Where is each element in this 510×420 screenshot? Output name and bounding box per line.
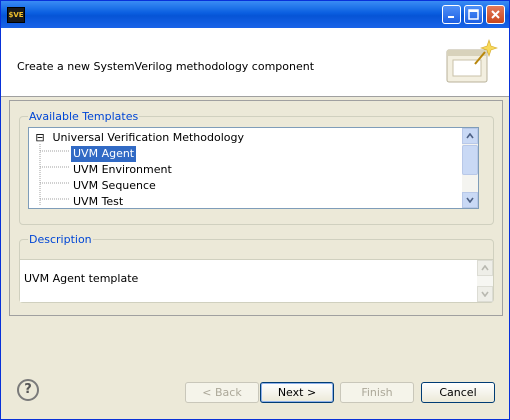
back-button[interactable]: < Back — [185, 382, 259, 403]
description-title: Description — [28, 233, 93, 246]
description-group: Description UVM Agent template — [19, 233, 494, 303]
templates-tree[interactable]: ⊟ Universal Verification Methodology UVM… — [28, 127, 479, 209]
close-button[interactable] — [486, 5, 505, 24]
cancel-button[interactable]: Cancel — [421, 382, 495, 403]
scroll-down-button[interactable] — [462, 192, 478, 208]
tree-item-uvm-sequence[interactable]: UVM Sequence — [71, 178, 158, 194]
description-scrollbar — [477, 260, 493, 302]
minimize-icon — [448, 16, 454, 18]
scroll-up-button[interactable] — [462, 128, 478, 144]
scroll-thumb[interactable] — [462, 145, 478, 175]
header-message: Create a new SystemVerilog methodology c… — [17, 60, 315, 73]
chevron-up-icon — [481, 265, 489, 271]
wizard-banner-icon — [446, 39, 498, 83]
tree-item-uvm-agent[interactable]: UVM Agent — [71, 146, 137, 162]
available-templates-group: Available Templates ⊟ Universal Verifica… — [19, 110, 494, 225]
minimize-button[interactable] — [442, 5, 461, 24]
available-templates-title: Available Templates — [28, 110, 140, 123]
tree-item-uvm-test[interactable]: UVM Test — [71, 194, 125, 208]
wizard-page: Available Templates ⊟ Universal Verifica… — [9, 100, 503, 316]
maximize-button[interactable] — [464, 5, 483, 24]
chevron-down-icon — [466, 197, 474, 203]
chevron-up-icon — [466, 133, 474, 139]
tree-node-label: Universal Verification Methodology — [52, 131, 244, 144]
finish-button[interactable]: Finish — [340, 382, 414, 403]
templates-scrollbar[interactable] — [462, 128, 478, 208]
description-text: UVM Agent template — [24, 272, 139, 285]
wizard-header: Create a new SystemVerilog methodology c… — [1, 28, 509, 97]
description-box: UVM Agent template — [20, 259, 493, 302]
app-icon: $VE — [7, 7, 25, 23]
chevron-down-icon — [481, 291, 489, 297]
tree-item-uvm-environment[interactable]: UVM Environment — [71, 162, 174, 178]
tree-lines — [39, 144, 69, 206]
next-button[interactable]: Next > — [260, 382, 334, 403]
maximize-icon — [468, 9, 479, 20]
help-button[interactable]: ? — [17, 379, 39, 401]
close-icon — [491, 10, 500, 19]
desc-scroll-down-button — [477, 286, 493, 302]
desc-scroll-up-button — [477, 260, 493, 276]
wizard-window: $VE Create a new SystemVerilog methodolo… — [0, 0, 510, 420]
title-bar[interactable]: $VE — [1, 1, 509, 28]
